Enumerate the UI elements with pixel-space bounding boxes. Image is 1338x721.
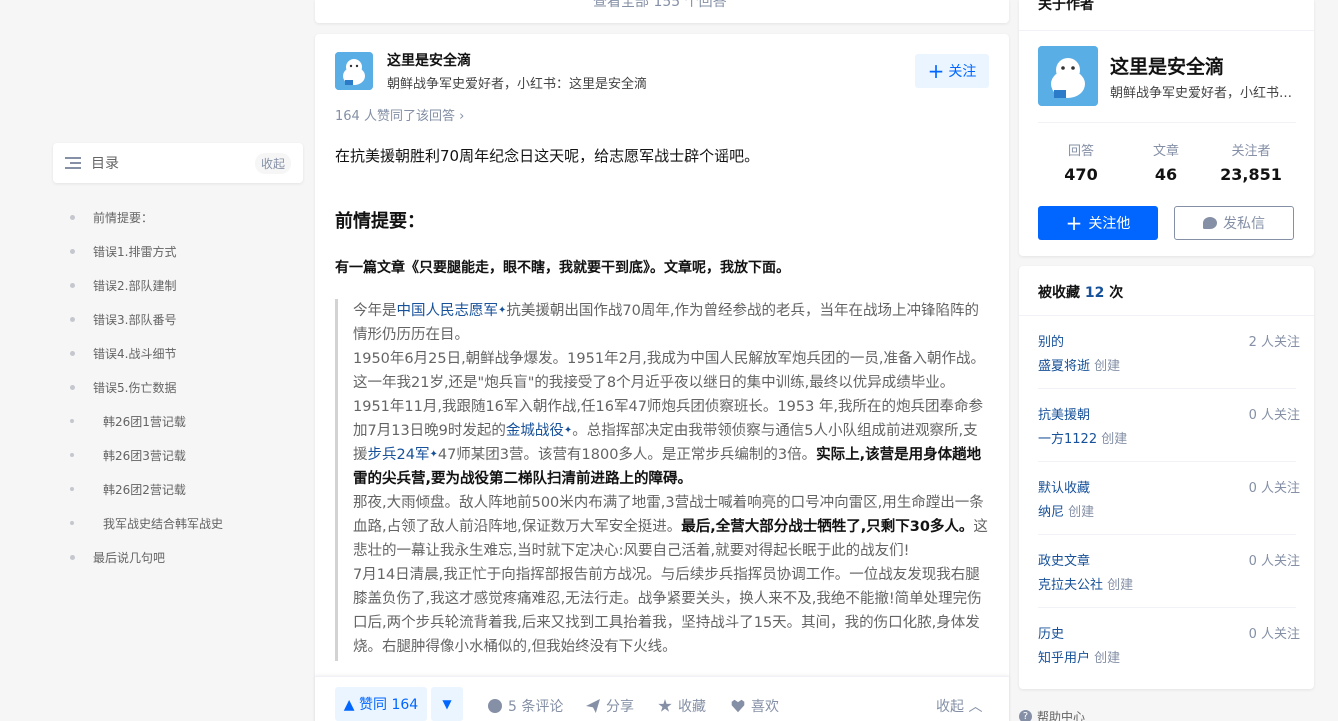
- collection-title[interactable]: 别的: [1038, 331, 1064, 350]
- collapse-answer-button[interactable]: 收起 ︿: [936, 696, 982, 716]
- about-author-card: 关于作者 这里是安全滴 朝鲜战争军史爱好者，小红书：这里是安全滴 回答470 文…: [1019, 0, 1314, 256]
- collection-title[interactable]: 历史: [1038, 623, 1064, 642]
- quote-paragraph: 今年是中国人民志愿军✦抗美援朝出国作战70周年,作为曾经参战的老兵，当年在战场上…: [353, 303, 979, 343]
- comments-button[interactable]: 5 条评论: [488, 696, 563, 716]
- star-icon: [658, 699, 672, 712]
- toc-subitem[interactable]: 我军战史结合韩军战史: [60, 506, 300, 540]
- collection-follow-count: 0 人关注: [1248, 408, 1300, 423]
- collection-title[interactable]: 政史文章: [1038, 550, 1090, 569]
- stat-followers[interactable]: 关注者 23,851: [1208, 140, 1294, 184]
- collection-follow-count: 0 人关注: [1248, 481, 1300, 496]
- follow-button[interactable]: + 关注: [915, 54, 989, 88]
- collection-item: 历史 0 人关注 知乎用户 创建: [1038, 608, 1300, 681]
- help-icon: ?: [1019, 710, 1032, 721]
- message-icon: [1203, 217, 1217, 229]
- answer-author: 这里是安全滴 朝鲜战争军史爱好者，小红书：这里是安全滴 + 关注: [335, 52, 989, 92]
- answer-content: 在抗美援朝胜利70周年纪念日这天呢，给志愿军战士辟个谣吧。 前情提要： 有一篇文…: [335, 144, 989, 276]
- toc-subitem[interactable]: 韩26团2营记载: [60, 472, 300, 506]
- vote-up-button[interactable]: ▲ 赞同 164: [335, 687, 427, 721]
- answer-action-bar: ▲ 赞同 164 ▼ 5 条评论 分享 收藏 喜欢 收起 ︿: [315, 676, 1009, 721]
- toc-item[interactable]: 错误1.排雷方式: [60, 234, 300, 268]
- vote-down-button[interactable]: ▼: [431, 687, 463, 721]
- toc-item[interactable]: 错误4.战斗细节: [60, 336, 300, 370]
- toc-item[interactable]: 前情提要：: [60, 200, 300, 234]
- like-button[interactable]: 喜欢: [731, 696, 779, 716]
- heart-icon: [731, 699, 745, 713]
- link-jincheng[interactable]: 金城战役: [506, 423, 564, 439]
- toc-item[interactable]: 错误3.部队番号: [60, 302, 300, 336]
- list-icon: [65, 156, 81, 170]
- follow-author-button[interactable]: + 关注他: [1038, 206, 1158, 240]
- toc-item[interactable]: 错误2.部队建制: [60, 268, 300, 302]
- collect-button[interactable]: 收藏: [658, 696, 706, 716]
- vote-info[interactable]: 164 人赞同了该回答 ›: [335, 105, 464, 124]
- quote-paragraph: 那夜,大雨倾盘。敌人阵地前500米内布满了地雷,3营战士喊着响亮的口号冲向雷区,…: [353, 495, 988, 559]
- collection-item: 别的 2 人关注 盛夏将逝 创建: [1038, 316, 1300, 389]
- collection-item: 默认收藏 0 人关注 纳尼 创建: [1038, 462, 1300, 535]
- view-all-answers-strip[interactable]: 查看全部 155 个回答: [315, 0, 1009, 23]
- collection-title[interactable]: 默认收藏: [1038, 477, 1090, 496]
- toc-item[interactable]: 最后说几句吧: [60, 540, 300, 574]
- quote-block: 今年是中国人民志愿军✦抗美援朝出国作战70周年,作为曾经参战的老兵，当年在战场上…: [335, 299, 989, 661]
- plus-icon: +: [927, 59, 945, 83]
- author-avatar-large[interactable]: [1038, 46, 1098, 106]
- quote-paragraph: 1950年6月25日,朝鲜战争爆发。1951年2月,我成为中国人民解放军炮兵团的…: [353, 351, 986, 487]
- collections-card: 被收藏 12 次 别的 2 人关注 盛夏将逝 创建 抗美援朝 0 人关注 一方1…: [1019, 266, 1314, 689]
- stat-answers[interactable]: 回答 470: [1038, 140, 1124, 184]
- share-button[interactable]: 分享: [586, 696, 634, 716]
- toc-collapse-button[interactable]: 收起: [254, 152, 291, 174]
- collection-item: 抗美援朝 0 人关注 一方1122 创建: [1038, 389, 1300, 462]
- toc-list: 前情提要： 错误1.排雷方式 错误2.部队建制 错误3.部队番号 错误4.战斗细…: [60, 200, 300, 574]
- comment-icon: [488, 699, 502, 713]
- article-line: 有一篇文章《只要腿能走，眼不瞎，我就要干到底》。文章呢，我放下面。: [335, 260, 790, 276]
- collection-follow-count: 0 人关注: [1248, 554, 1300, 569]
- toc-title: 目录: [91, 156, 119, 172]
- section-heading: 前情提要：: [335, 211, 425, 232]
- author-bio: 朝鲜战争军史爱好者，小红书：这里是安全滴: [387, 77, 648, 92]
- link-icon: ✦: [429, 449, 438, 460]
- collection-item: 政史文章 0 人关注 克拉夫公社 创建: [1038, 535, 1300, 608]
- stat-articles[interactable]: 文章 46: [1123, 140, 1209, 184]
- about-author-heading: 关于作者: [1038, 0, 1094, 13]
- collection-follow-count: 0 人关注: [1248, 627, 1300, 642]
- link-24army[interactable]: 步兵24军: [368, 447, 430, 463]
- intro-paragraph: 在抗美援朝胜利70周年纪念日这天呢，给志愿军战士辟个谣吧。: [335, 147, 760, 165]
- link-pva[interactable]: 中国人民志愿军: [397, 303, 499, 319]
- about-author-bio: 朝鲜战争军史爱好者，小红书：这里是安全滴: [1110, 86, 1300, 101]
- author-avatar[interactable]: [335, 52, 373, 90]
- author-name[interactable]: 这里是安全滴: [387, 50, 471, 70]
- toc-subitem[interactable]: 韩26团3营记载: [60, 438, 300, 472]
- collection-creator: 盛夏将逝 创建: [1038, 359, 1121, 374]
- collections-heading: 被收藏 12 次: [1038, 285, 1124, 301]
- quote-paragraph: 7月14日清晨,我正忙于向指挥部报告前方战况。与后续步兵指挥员协调工作。一位战友…: [353, 567, 982, 655]
- plus-icon: +: [1065, 211, 1083, 235]
- share-icon: [586, 699, 600, 713]
- send-message-button[interactable]: 发私信: [1174, 206, 1294, 240]
- toc-subitem[interactable]: 韩26团1营记载: [60, 404, 300, 438]
- answer-card: 这里是安全滴 朝鲜战争军史爱好者，小红书：这里是安全滴 + 关注 164 人赞同了…: [315, 34, 1009, 721]
- help-center-link[interactable]: ? 帮助中心: [1019, 708, 1085, 721]
- collection-title[interactable]: 抗美援朝: [1038, 404, 1090, 423]
- collection-creator: 克拉夫公社 创建: [1038, 578, 1134, 593]
- toc-item[interactable]: 错误5.伤亡数据: [60, 370, 300, 404]
- collection-follow-count: 2 人关注: [1248, 335, 1300, 350]
- collection-creator: 纳尼 创建: [1038, 505, 1095, 520]
- toc-header: 目录 收起: [53, 143, 303, 183]
- about-author-name[interactable]: 这里是安全滴: [1110, 52, 1224, 79]
- view-all-answers-link[interactable]: 查看全部 155 个回答: [593, 0, 727, 11]
- collection-creator: 一方1122 创建: [1038, 432, 1128, 447]
- collection-creator: 知乎用户 创建: [1038, 651, 1121, 666]
